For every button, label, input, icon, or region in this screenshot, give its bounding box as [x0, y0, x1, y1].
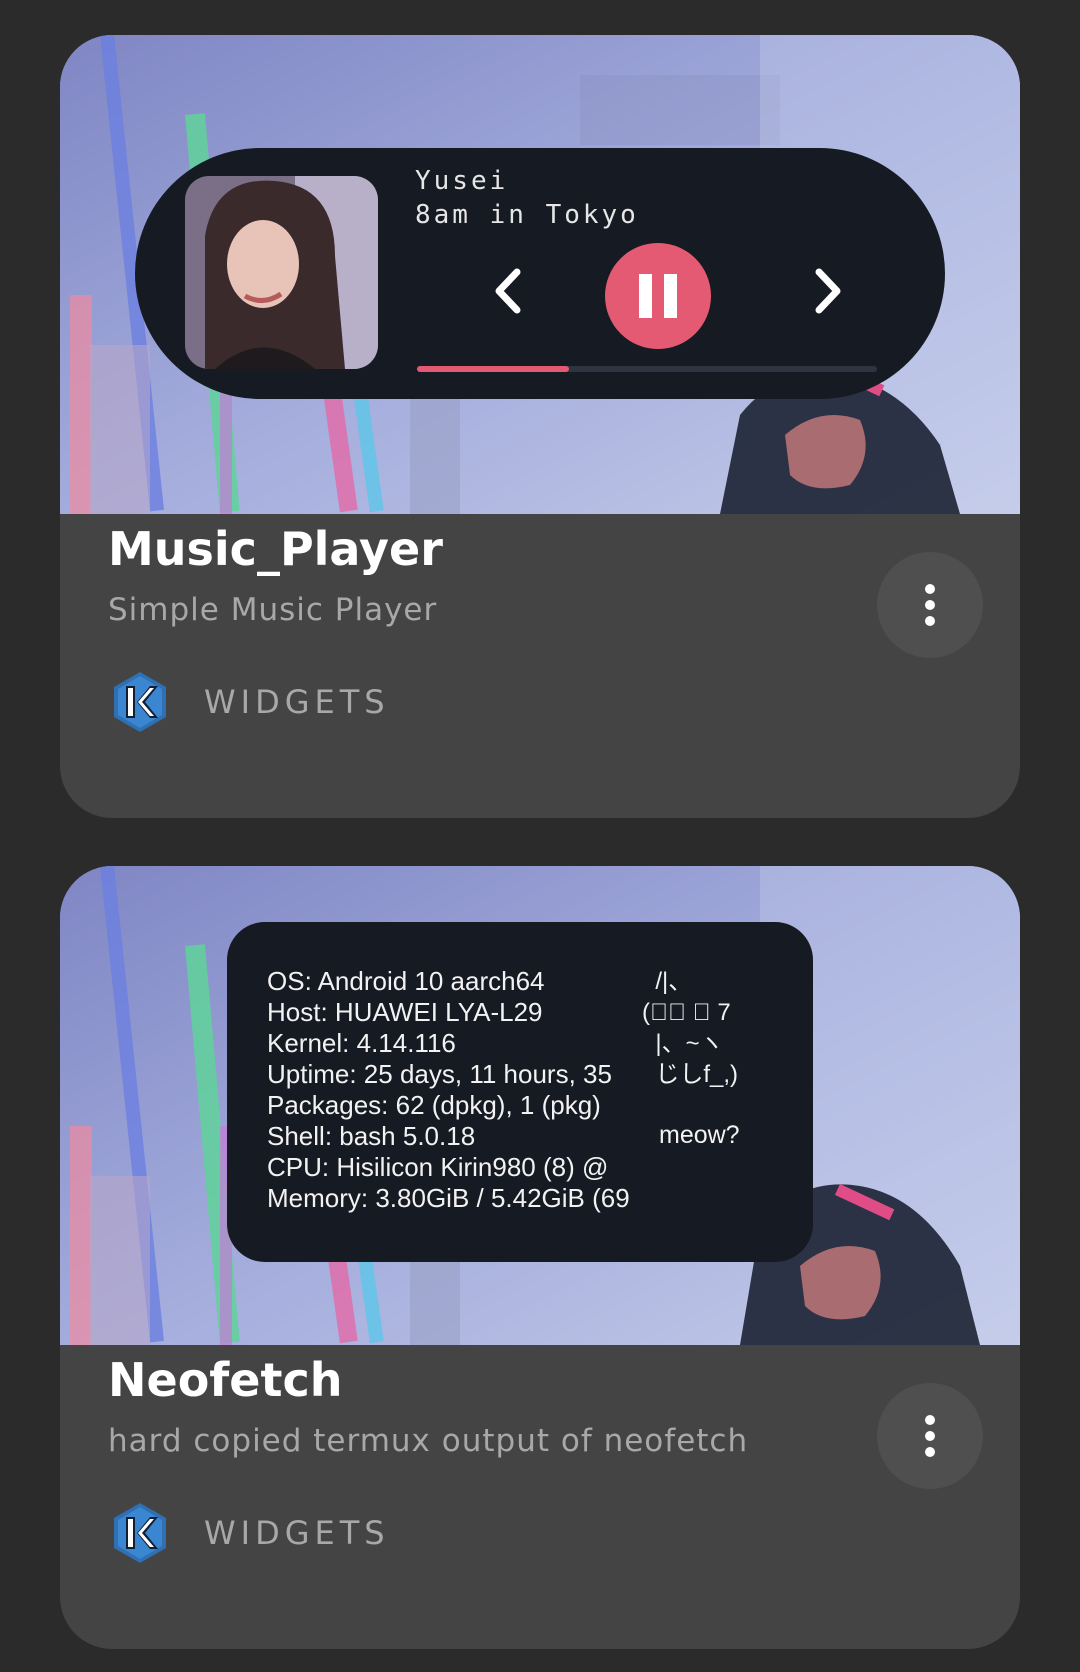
playback-progress-fill [417, 366, 569, 372]
widget-subtitle: hard copied termux output of neofetch [108, 1423, 749, 1459]
previous-track-button[interactable] [480, 263, 536, 319]
widget-title: Music_Player [108, 522, 443, 576]
system-info-line: CPU: Hisilicon Kirin980 (8) @ [267, 1152, 609, 1182]
ascii-art-line: じしf_,) [642, 1061, 739, 1088]
system-info-line: Shell: bash 5.0.18 [267, 1121, 476, 1151]
more-options-button[interactable] [877, 1383, 983, 1489]
ascii-art-line: |、~ヽ [642, 1030, 724, 1057]
music-player-widget[interactable]: Yusei 8am in Tokyo [135, 148, 945, 399]
widget-category-row: WIDGETS [108, 1498, 390, 1568]
widget-card-music-player[interactable]: Yusei 8am in Tokyo Music_Player Simple M… [60, 35, 1020, 818]
system-info-line: Kernel: 4.14.116 [267, 1028, 456, 1058]
chevron-left-icon [495, 268, 521, 314]
widget-category-row: WIDGETS [108, 667, 390, 737]
ascii-art-caption: meow? [659, 1121, 740, 1149]
next-track-button[interactable] [800, 263, 856, 319]
system-info-line: Memory: 3.80GiB / 5.42GiB (69 [267, 1183, 630, 1213]
widget-preview-banner[interactable]: OS: Android 10 aarch64 Host: HUAWEI LYA-… [60, 866, 1020, 1345]
system-info-line: Host: HUAWEI LYA-L29 [267, 997, 543, 1027]
system-info-list: OS: Android 10 aarch64 Host: HUAWEI LYA-… [267, 966, 647, 1214]
kwgt-logo-icon [114, 672, 166, 732]
widget-category-label: WIDGETS [204, 683, 390, 721]
widget-card-neofetch[interactable]: OS: Android 10 aarch64 Host: HUAWEI LYA-… [60, 866, 1020, 1649]
chevron-right-icon [815, 268, 841, 314]
cat-ascii-art: /|、 (ﾟ､ ｡ 7 |、~ヽ じしf_,) meow? [642, 966, 802, 1149]
kwgt-logo-icon [114, 1503, 166, 1563]
widget-list: Yusei 8am in Tokyo Music_Player Simple M… [0, 0, 1080, 1672]
pause-icon [639, 274, 677, 318]
playback-progress-bar[interactable] [417, 366, 877, 372]
track-artist: Yusei [415, 166, 509, 196]
more-vertical-icon [925, 584, 935, 626]
pause-button[interactable] [605, 243, 711, 349]
widget-category-label: WIDGETS [204, 1514, 390, 1552]
track-title: 8am in Tokyo [415, 200, 639, 230]
neofetch-widget[interactable]: OS: Android 10 aarch64 Host: HUAWEI LYA-… [227, 922, 813, 1262]
album-art-image [185, 176, 378, 369]
more-vertical-icon [925, 1415, 935, 1457]
widget-preview-banner[interactable]: Yusei 8am in Tokyo [60, 35, 1020, 514]
ascii-art-line: (ﾟ､ ｡ 7 [642, 999, 731, 1026]
widget-subtitle: Simple Music Player [108, 592, 438, 628]
system-info-line: Uptime: 25 days, 11 hours, 35 [267, 1059, 612, 1089]
more-options-button[interactable] [877, 552, 983, 658]
ascii-art-line: /|、 [642, 968, 693, 995]
system-info-line: Packages: 62 (dpkg), 1 (pkg) [267, 1090, 601, 1120]
widget-title: Neofetch [108, 1353, 343, 1407]
system-info-line: OS: Android 10 aarch64 [267, 966, 545, 996]
